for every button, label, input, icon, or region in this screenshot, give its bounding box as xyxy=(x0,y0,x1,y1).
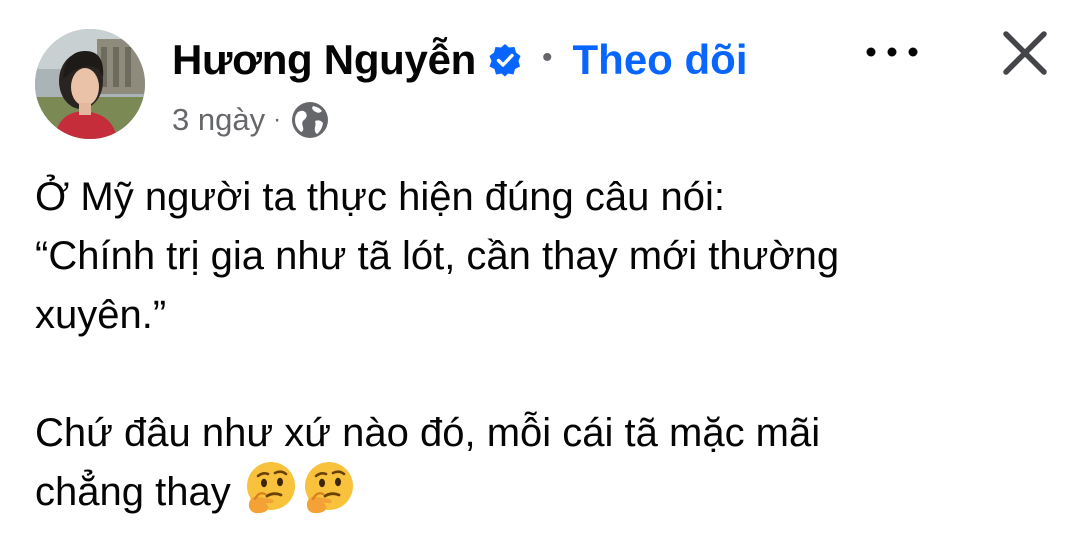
post-text-line: Ở Mỹ người ta thực hiện đúng câu nói: xyxy=(35,175,725,219)
meta-separator: · xyxy=(273,106,282,133)
emoji-group xyxy=(241,459,357,517)
header-separator: • xyxy=(542,41,553,74)
post-header: Hương Nguyễn • Theo dõi xyxy=(172,32,748,88)
avatar-photo xyxy=(35,29,145,139)
facebook-post: Hương Nguyễn • Theo dõi 3 ngày · Ở Mỹ ng… xyxy=(0,0,1080,557)
post-text-line: “Chính trị gia như tã lót, cần thay mới … xyxy=(35,234,840,278)
more-options-icon[interactable] xyxy=(862,42,922,62)
follow-button[interactable]: Theo dõi xyxy=(573,36,748,84)
verified-badge-icon xyxy=(488,43,522,77)
author-name[interactable]: Hương Nguyễn xyxy=(172,36,476,84)
post-text-last-line: chẳng thay xyxy=(35,462,1055,523)
close-icon[interactable] xyxy=(1000,28,1050,78)
paragraph-break xyxy=(35,345,1055,404)
post-text-line: Chứ đâu như xứ nào đó, mỗi cái tã mặc mã… xyxy=(35,411,821,455)
thinking-face-emoji xyxy=(241,459,299,517)
post-timestamp[interactable]: 3 ngày xyxy=(172,102,265,138)
post-text-line: chẳng thay xyxy=(35,470,231,514)
post-meta: 3 ngày · xyxy=(172,98,331,142)
post-text-line: xuyên.” xyxy=(35,293,167,337)
author-avatar[interactable] xyxy=(35,29,145,139)
globe-icon[interactable] xyxy=(289,99,331,141)
post-text: Ở Mỹ người ta thực hiện đúng câu nói: “C… xyxy=(35,168,1055,523)
thinking-face-emoji xyxy=(299,459,357,517)
